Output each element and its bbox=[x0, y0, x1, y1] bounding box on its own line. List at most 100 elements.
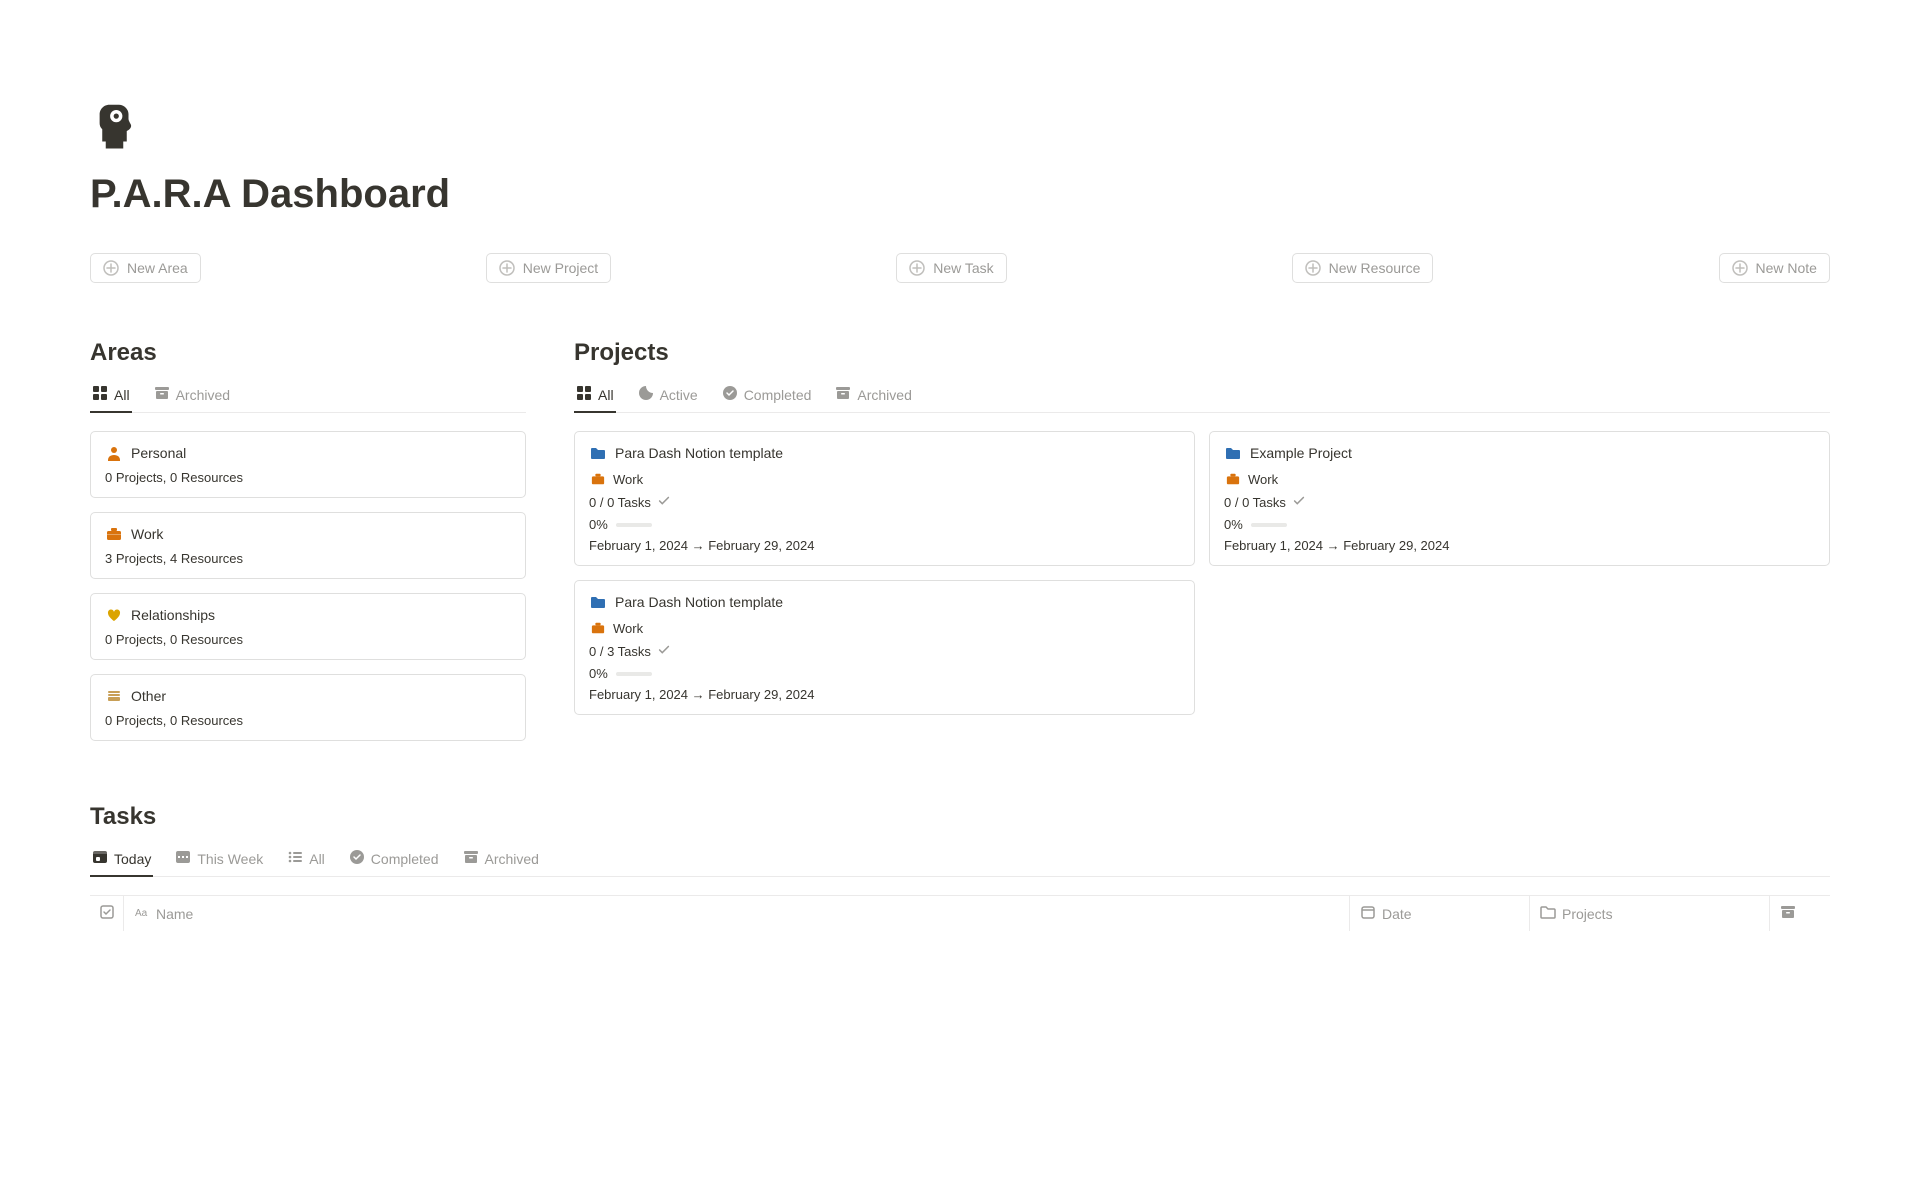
project-dates: February 1, 2024 → February 29, 2024 bbox=[1224, 538, 1815, 553]
plus-circle-icon bbox=[499, 260, 515, 276]
tab-label: All bbox=[114, 387, 130, 403]
tab-label: All bbox=[309, 851, 325, 867]
column-projects[interactable]: Projects bbox=[1530, 896, 1770, 931]
project-tasks-text: 0 / 0 Tasks bbox=[589, 495, 651, 510]
moon-icon bbox=[638, 385, 654, 404]
tasks-table-header: Aa Name Date Projects bbox=[90, 895, 1830, 931]
gallery-icon bbox=[92, 385, 108, 404]
tab-label: This Week bbox=[197, 851, 263, 867]
project-area-text: Work bbox=[613, 472, 643, 487]
folder-icon bbox=[589, 444, 607, 462]
new-resource-button[interactable]: New Resource bbox=[1292, 253, 1434, 283]
project-dates: February 1, 2024 → February 29, 2024 bbox=[589, 687, 1180, 702]
tab-label: Completed bbox=[744, 387, 812, 403]
project-title-text: Example Project bbox=[1250, 445, 1352, 461]
project-percent: 0% bbox=[589, 666, 608, 681]
tab-all[interactable]: All bbox=[285, 849, 327, 876]
area-card-personal[interactable]: Personal 0 Projects, 0 Resources bbox=[90, 431, 526, 498]
tasks-tabs: Today This Week All Completed Archived bbox=[90, 849, 1830, 877]
calendar-week-icon bbox=[175, 849, 191, 868]
check-icon bbox=[657, 643, 671, 660]
tab-all[interactable]: All bbox=[574, 385, 616, 412]
project-percent: 0% bbox=[1224, 517, 1243, 532]
tab-label: Completed bbox=[371, 851, 439, 867]
plus-circle-icon bbox=[103, 260, 119, 276]
column-date[interactable]: Date bbox=[1350, 896, 1530, 931]
gallery-icon bbox=[576, 385, 592, 404]
project-card[interactable]: Example Project Work 0 / 0 Tasks 0% bbox=[1209, 431, 1830, 566]
projects-heading: Projects bbox=[574, 339, 1830, 367]
tab-label: Active bbox=[660, 387, 698, 403]
project-title-text: Para Dash Notion template bbox=[615, 445, 783, 461]
column-name[interactable]: Aa Name bbox=[124, 896, 1350, 931]
calendar-icon bbox=[1360, 904, 1376, 923]
area-title: Other bbox=[131, 688, 166, 704]
column-archive[interactable] bbox=[1770, 896, 1830, 931]
project-card[interactable]: Para Dash Notion template Work 0 / 3 Tas… bbox=[574, 580, 1195, 715]
new-task-button[interactable]: New Task bbox=[896, 253, 1006, 283]
new-note-button[interactable]: New Note bbox=[1719, 253, 1830, 283]
tab-archived[interactable]: Archived bbox=[461, 849, 541, 876]
person-icon bbox=[105, 444, 123, 462]
svg-text:Aa: Aa bbox=[135, 908, 148, 919]
area-title: Work bbox=[131, 526, 163, 542]
area-card-other[interactable]: Other 0 Projects, 0 Resources bbox=[90, 674, 526, 741]
area-card-relationships[interactable]: Relationships 0 Projects, 0 Resources bbox=[90, 593, 526, 660]
area-meta: 0 Projects, 0 Resources bbox=[105, 713, 511, 728]
column-label: Name bbox=[156, 906, 193, 922]
area-card-work[interactable]: Work 3 Projects, 4 Resources bbox=[90, 512, 526, 579]
page-head-icon bbox=[90, 96, 146, 152]
tab-archived[interactable]: Archived bbox=[152, 385, 232, 412]
page-title: P.A.R.A Dashboard bbox=[90, 172, 1830, 217]
button-label: New Task bbox=[933, 260, 993, 276]
column-label: Date bbox=[1382, 906, 1412, 922]
check-icon bbox=[657, 494, 671, 511]
tab-all[interactable]: All bbox=[90, 385, 132, 412]
plus-circle-icon bbox=[1732, 260, 1748, 276]
tab-completed[interactable]: Completed bbox=[347, 849, 441, 876]
tab-label: All bbox=[598, 387, 614, 403]
briefcase-icon bbox=[1224, 470, 1242, 488]
folder-icon bbox=[1224, 444, 1242, 462]
tab-label: Archived bbox=[176, 387, 230, 403]
column-label: Projects bbox=[1562, 906, 1613, 922]
progress-bar bbox=[616, 523, 652, 527]
check-icon bbox=[1292, 494, 1306, 511]
archive-icon bbox=[1780, 904, 1796, 923]
project-dates: February 1, 2024 → February 29, 2024 bbox=[589, 538, 1180, 553]
plus-circle-icon bbox=[1305, 260, 1321, 276]
area-meta: 3 Projects, 4 Resources bbox=[105, 551, 511, 566]
plus-circle-icon bbox=[909, 260, 925, 276]
archive-icon bbox=[154, 385, 170, 404]
tab-archived[interactable]: Archived bbox=[833, 385, 913, 412]
checkbox-icon bbox=[99, 904, 115, 923]
areas-heading: Areas bbox=[90, 339, 526, 367]
project-card[interactable]: Para Dash Notion template Work 0 / 0 Tas… bbox=[574, 431, 1195, 566]
project-title-text: Para Dash Notion template bbox=[615, 594, 783, 610]
calendar-day-icon bbox=[92, 849, 108, 868]
area-meta: 0 Projects, 0 Resources bbox=[105, 632, 511, 647]
progress-bar bbox=[1251, 523, 1287, 527]
tab-today[interactable]: Today bbox=[90, 849, 153, 876]
area-meta: 0 Projects, 0 Resources bbox=[105, 470, 511, 485]
button-label: New Project bbox=[523, 260, 598, 276]
button-label: New Resource bbox=[1329, 260, 1421, 276]
column-checkbox[interactable] bbox=[90, 896, 124, 931]
new-project-button[interactable]: New Project bbox=[486, 253, 611, 283]
project-area-text: Work bbox=[1248, 472, 1278, 487]
tab-this-week[interactable]: This Week bbox=[173, 849, 265, 876]
tab-label: Archived bbox=[485, 851, 539, 867]
button-label: New Area bbox=[127, 260, 188, 276]
tab-label: Archived bbox=[857, 387, 911, 403]
folder-icon bbox=[1540, 904, 1556, 923]
projects-tabs: All Active Completed Archived bbox=[574, 385, 1830, 413]
heart-icon bbox=[105, 606, 123, 624]
folder-stack-icon bbox=[105, 687, 123, 705]
new-area-button[interactable]: New Area bbox=[90, 253, 201, 283]
briefcase-icon bbox=[105, 525, 123, 543]
tab-completed[interactable]: Completed bbox=[720, 385, 814, 412]
action-button-row: New Area New Project New Task New Resour… bbox=[90, 253, 1830, 283]
tab-active[interactable]: Active bbox=[636, 385, 700, 412]
project-percent: 0% bbox=[589, 517, 608, 532]
button-label: New Note bbox=[1756, 260, 1817, 276]
